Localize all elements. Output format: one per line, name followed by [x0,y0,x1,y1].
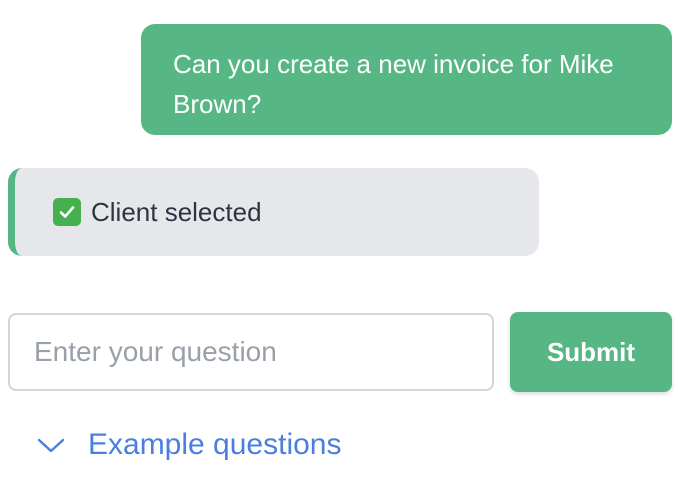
user-message-text: Can you create a new invoice for Mike Br… [173,49,614,119]
status-message-text: Client selected [91,196,262,227]
submit-button[interactable]: Submit [510,312,672,392]
check-mark-icon [53,198,81,226]
example-questions-toggle[interactable]: Example questions [36,428,341,462]
question-input[interactable] [8,313,494,391]
user-message-bubble: Can you create a new invoice for Mike Br… [141,24,672,135]
status-message-bubble: Client selected [8,168,539,256]
chevron-down-icon [36,430,66,460]
example-questions-label: Example questions [88,428,342,461]
chat-page: Can you create a new invoice for Mike Br… [0,0,680,494]
